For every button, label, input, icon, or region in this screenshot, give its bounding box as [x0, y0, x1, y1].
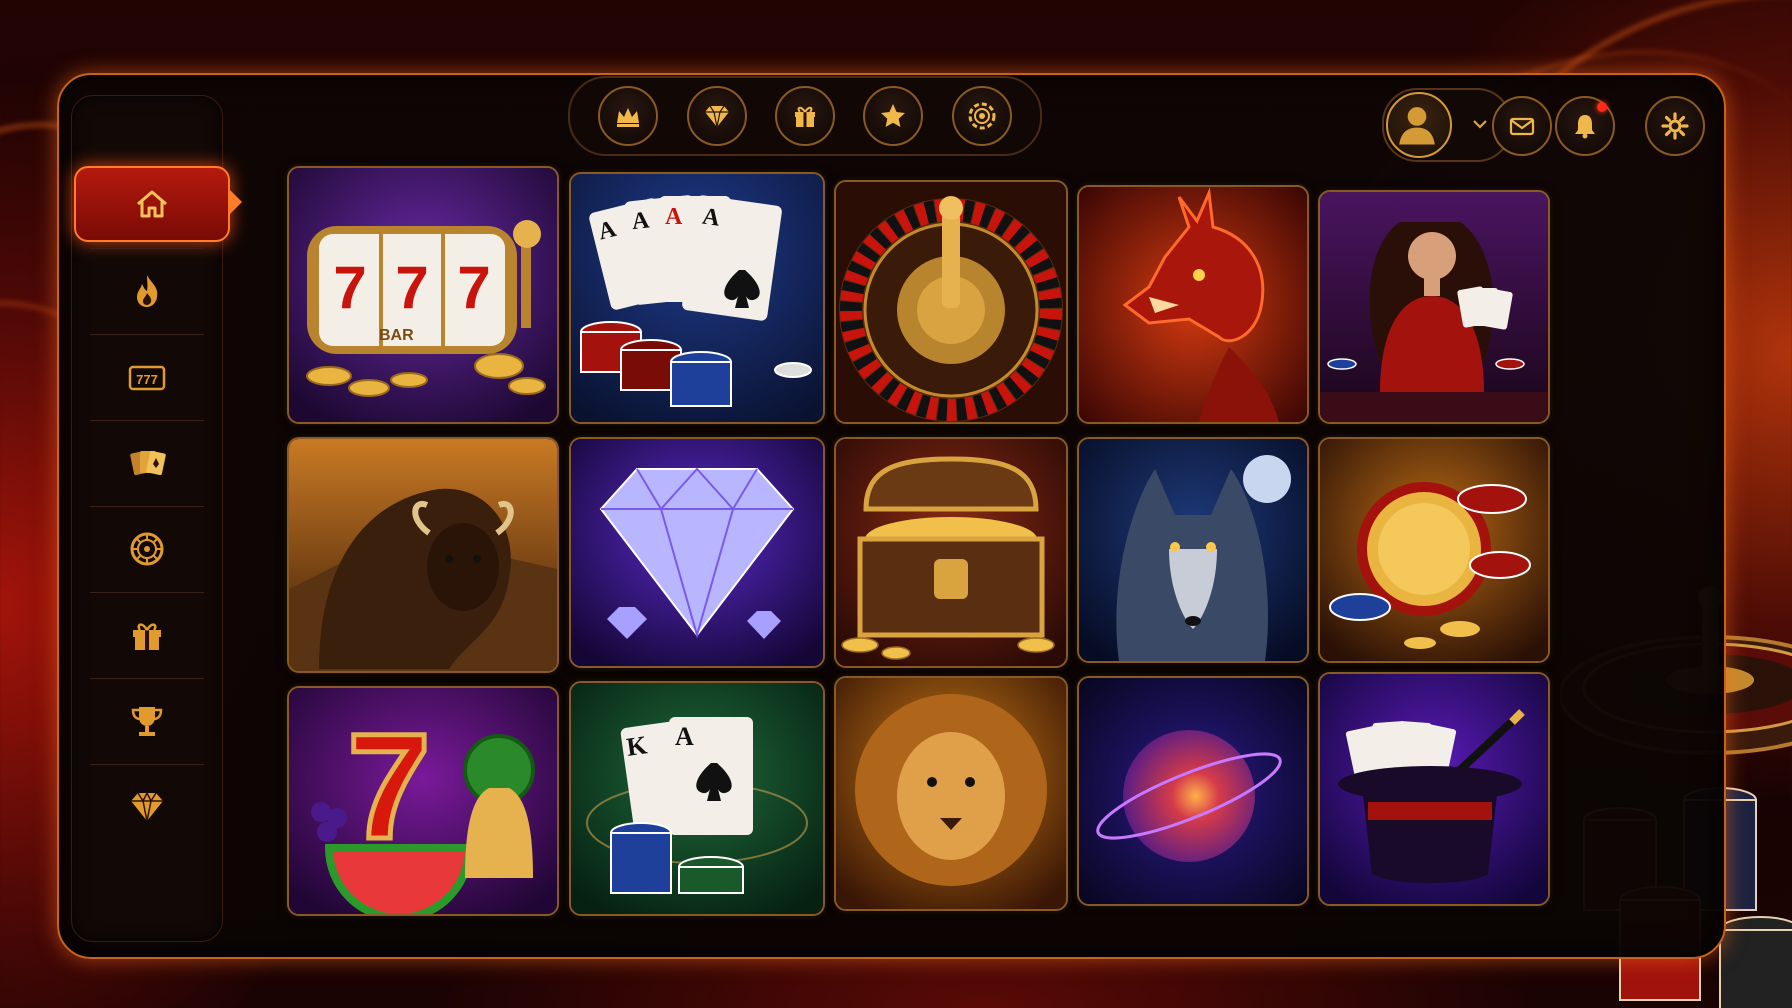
sidebar-nav: 777 [71, 95, 242, 942]
home-icon [137, 190, 167, 218]
nav-crown-button[interactable] [598, 86, 659, 146]
game-tile-roulette[interactable] [834, 180, 1068, 424]
card-rank: A [631, 207, 652, 235]
nav-gift-button[interactable] [774, 86, 835, 146]
sidebar-item-home[interactable] [74, 166, 242, 242]
game-tile-slot-machine[interactable]: 7 7 7 BAR [287, 166, 559, 424]
sidebar-item-slots[interactable]: 777 [72, 334, 222, 420]
game-tile-fruit-slot[interactable]: 7 [287, 686, 559, 916]
card-rank: A [665, 204, 683, 230]
star-icon [881, 104, 906, 127]
game-tile-blackjack[interactable]: K A [569, 681, 825, 916]
game-tile-magic-hat[interactable] [1318, 672, 1550, 906]
sidebar-item-hot[interactable] [72, 248, 222, 334]
sidebar-item-roulette[interactable] [72, 506, 222, 592]
game-tile-lion[interactable] [834, 676, 1068, 911]
dragon-art [1079, 187, 1307, 422]
game-tile-poker[interactable]: A A A A [569, 172, 825, 424]
notifications-button[interactable] [1555, 96, 1615, 156]
diamond-icon [704, 105, 729, 128]
game-tile-dragon[interactable] [1077, 185, 1309, 424]
dealer-art [1320, 192, 1548, 422]
sidebar-item-vip[interactable] [72, 764, 222, 850]
game-tile-treasure-chest[interactable] [834, 437, 1068, 668]
sidebar-item-tournaments[interactable] [72, 678, 222, 764]
envelope-icon [1509, 117, 1535, 136]
flame-icon [137, 275, 158, 307]
sidebar-item-bonus[interactable] [72, 592, 222, 678]
crown-icon [617, 108, 640, 127]
gear-icon [1661, 112, 1689, 140]
diamond-icon [131, 791, 163, 822]
casino-chip-icon [968, 102, 996, 130]
top-category-nav [568, 76, 1042, 156]
card-rank: A [675, 722, 694, 751]
reel-bar-text: BAR [379, 327, 414, 344]
game-tile-cosmic[interactable] [1077, 676, 1309, 906]
lion-art [836, 678, 1066, 909]
gift-icon [794, 106, 815, 127]
playing-cards-icon [130, 450, 166, 476]
chevron-down-icon [1473, 120, 1487, 129]
game-tile-wolf[interactable] [1077, 437, 1309, 663]
svg-text:777: 777 [136, 372, 158, 387]
notification-badge [1597, 102, 1607, 112]
sidebar-item-cards[interactable] [72, 420, 222, 506]
game-tile-diamond[interactable] [569, 437, 825, 668]
slot-777-icon: 777 [128, 365, 166, 391]
roulette-wheel-icon [130, 532, 164, 566]
nav-diamond-button[interactable] [686, 86, 747, 146]
nav-favorites-button[interactable] [863, 86, 924, 146]
reel-symbol: 7 [395, 254, 428, 321]
poker-art: A A A A [571, 174, 823, 422]
trophy-icon [131, 707, 163, 736]
buffalo-art [289, 439, 557, 671]
gold-coin-art [1320, 439, 1548, 661]
bell-icon [1575, 115, 1595, 139]
reel-symbol: 7 [457, 254, 490, 321]
avatar[interactable] [1386, 92, 1452, 158]
reel-symbol: 7 [333, 254, 366, 321]
wolf-art [1079, 439, 1307, 661]
game-tile-buffalo[interactable] [287, 437, 559, 673]
gift-icon [133, 623, 161, 650]
user-avatar-icon [1399, 107, 1435, 145]
nav-chip-button[interactable] [951, 86, 1012, 146]
messages-button[interactable] [1492, 96, 1552, 156]
slot-machine-art: 7 7 7 BAR [289, 168, 557, 422]
blackjack-art: K A [571, 683, 823, 914]
game-tile-live-dealer[interactable] [1318, 190, 1550, 424]
cosmic-art [1079, 678, 1307, 904]
treasure-chest-art [836, 439, 1066, 666]
roulette-art [836, 182, 1066, 422]
fruit-slot-art: 7 [289, 688, 557, 914]
diamond-art [571, 439, 823, 666]
game-tile-gold-coins[interactable] [1318, 437, 1550, 663]
settings-button[interactable] [1645, 96, 1705, 156]
magic-hat-art [1320, 674, 1548, 904]
